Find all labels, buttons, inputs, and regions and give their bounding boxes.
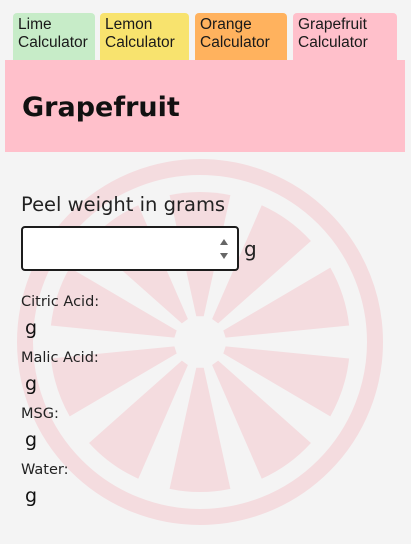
calculator-form: Peel weight in grams g Citric Acid: g Ma… [0, 0, 411, 544]
peel-unit-label: g [244, 237, 257, 261]
number-spinner [218, 236, 230, 262]
msg-label: MSG: [21, 406, 59, 422]
peel-weight-field [21, 226, 239, 271]
peel-weight-label: Peel weight in grams [21, 193, 226, 216]
peel-weight-input[interactable] [23, 228, 213, 269]
citric-acid-label: Citric Acid: [21, 294, 100, 310]
water-label: Water: [21, 462, 69, 478]
malic-acid-label: Malic Acid: [21, 350, 99, 366]
water-value: g [25, 485, 38, 507]
spinner-up-arrow-icon[interactable] [218, 236, 230, 248]
msg-value: g [25, 429, 38, 451]
spinner-down-arrow-icon[interactable] [218, 250, 230, 262]
malic-acid-value: g [25, 373, 38, 395]
citric-acid-value: g [25, 317, 38, 339]
